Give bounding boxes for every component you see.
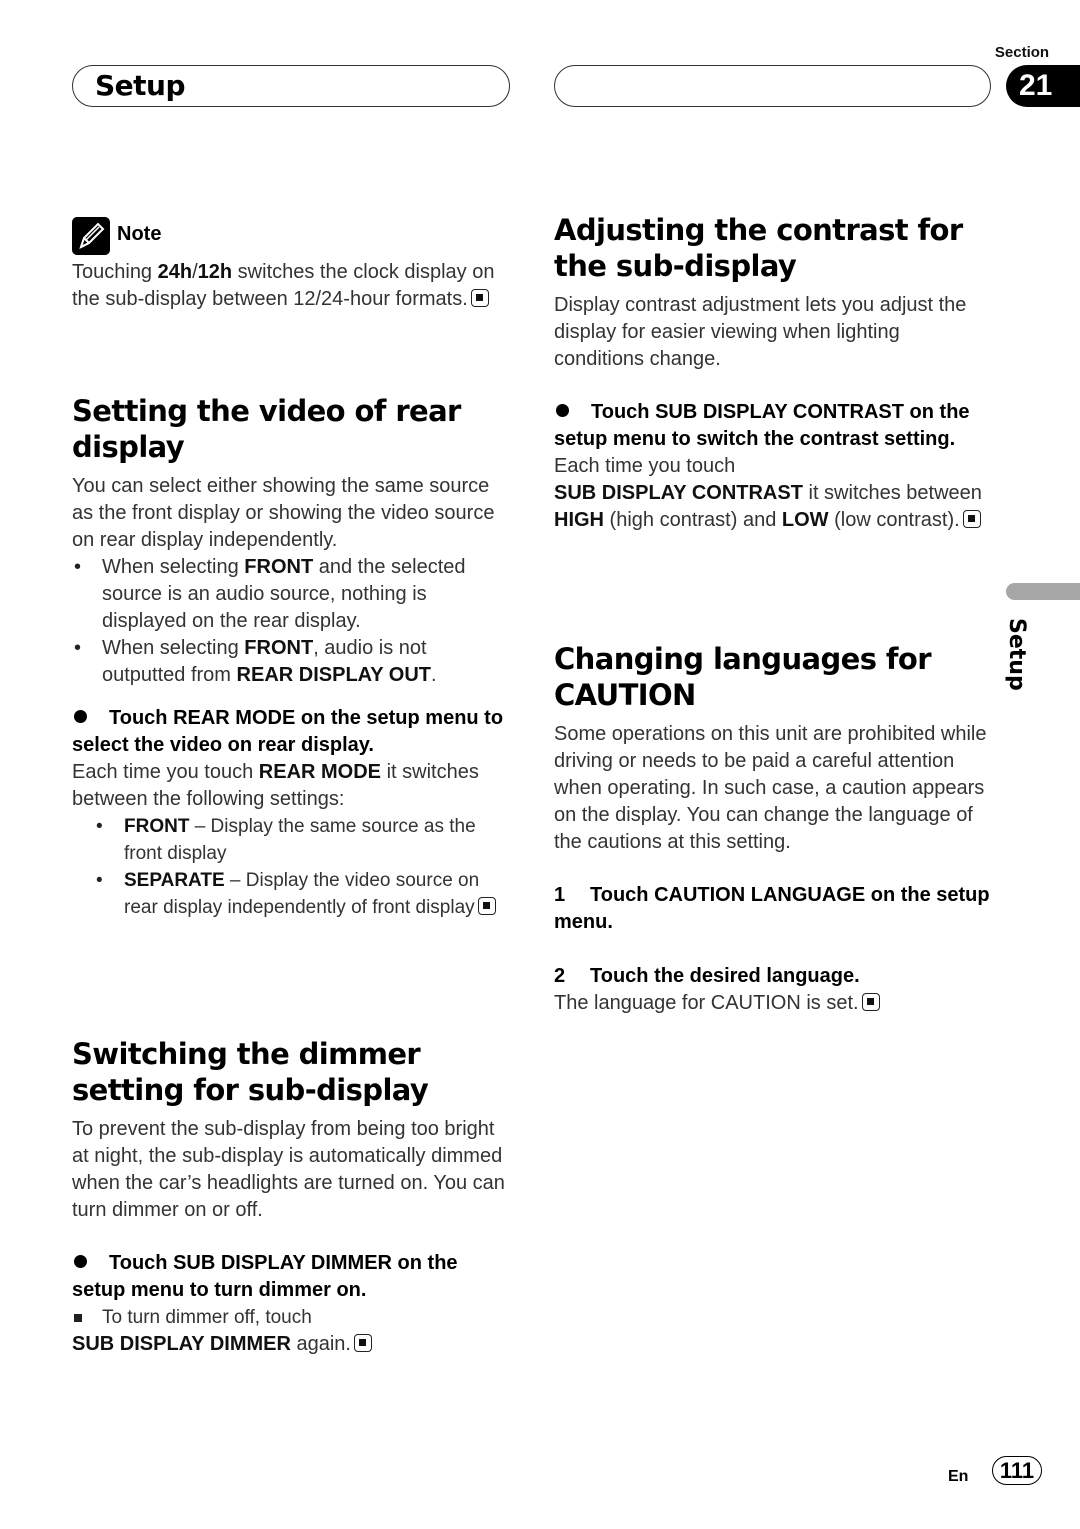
contrast-desc2: SUB DISPLAY CONTRAST it switches between…: [554, 480, 994, 534]
end-mark-icon: [477, 897, 496, 915]
side-tab-label: Setup: [1004, 618, 1029, 691]
note-text: Touching: [72, 261, 158, 283]
low-option: LOW: [781, 509, 829, 531]
step-text: Touch SUB DISPLAY DIMMER on the setup me…: [72, 1252, 458, 1301]
bullet-bold: FRONT: [244, 637, 314, 659]
rear-display-intro: You can select either showing the same s…: [72, 475, 495, 551]
note-bold-12h: 12h: [197, 261, 233, 283]
caution-intro: Some operations on this unit are prohibi…: [554, 723, 987, 853]
note-bold-24h: 24h: [157, 261, 193, 283]
contrast-heading: Adjusting the contrast for the sub-displ…: [554, 213, 963, 283]
bullet-bold: FRONT: [244, 556, 314, 578]
result-text: The language for CAUTION is set.: [554, 992, 859, 1014]
desc-text: Each time you touch: [72, 761, 259, 783]
header-title: Setup: [95, 69, 186, 102]
pencil-icon: [72, 217, 110, 255]
bullet-text: When selecting: [102, 637, 245, 659]
rear-display-bullet: When selecting FRONT, audio is not outpu…: [72, 635, 512, 689]
side-tab: Setup: [1004, 618, 1055, 698]
section-label: Section: [994, 44, 1050, 61]
step-bullet-icon: [74, 710, 87, 723]
desc-bold: SUB DISPLAY CONTRAST: [554, 482, 803, 504]
dimmer-step: Touch SUB DISPLAY DIMMER on the setup me…: [72, 1250, 512, 1304]
option-name: SEPARATE: [124, 870, 225, 891]
dimmer-tip-cont: SUB DISPLAY DIMMER again.: [72, 1331, 512, 1358]
section-caution: Changing languages for CAUTION Some oper…: [554, 641, 994, 1017]
contrast-desc1: Each time you touch: [554, 455, 736, 477]
rear-mode-desc: Each time you touch REAR MODE it switche…: [72, 759, 512, 813]
section-contrast: Adjusting the contrast for the sub-displ…: [554, 212, 994, 534]
section-number-badge: 21: [1006, 65, 1080, 107]
header-title-box: Setup: [72, 65, 510, 107]
rear-mode-option: SEPARATE – Display the video source on r…: [72, 867, 512, 921]
section-rear-display: Setting the video of rear display You ca…: [72, 393, 512, 921]
step-text: Touch REAR MODE on the setup menu to sel…: [72, 707, 504, 756]
end-mark-icon: [861, 993, 880, 1011]
header-blank-box: [554, 65, 991, 107]
page-number: 111: [992, 1456, 1042, 1485]
caution-result: The language for CAUTION is set.: [554, 990, 994, 1017]
step-bullet-icon: [556, 404, 569, 417]
option-name: FRONT: [124, 816, 190, 837]
note-body: Touching 24h/12h switches the clock disp…: [72, 259, 512, 313]
caution-heading: Changing languages for CAUTION: [554, 642, 932, 712]
tip-text: again.: [290, 1333, 351, 1355]
rear-display-bullet: When selecting FRONT and the selected so…: [72, 554, 512, 635]
step-number: 2: [554, 965, 566, 987]
desc-text: (low contrast).: [828, 509, 960, 531]
dimmer-heading: Switching the dimmer setting for sub-dis…: [72, 1037, 429, 1107]
dimmer-intro: To prevent the sub-display from being to…: [72, 1118, 505, 1221]
contrast-step: Touch SUB DISPLAY CONTRAST on the setup …: [554, 399, 994, 453]
rear-display-heading: Setting the video of rear display: [72, 394, 461, 464]
section-dimmer: Switching the dimmer setting for sub-dis…: [72, 1036, 512, 1358]
caution-step: 1 Touch CAUTION LANGUAGE on the setup men…: [554, 882, 994, 936]
step-text: Touch CAUTION LANGUAGE on the setup menu…: [554, 884, 990, 933]
rear-mode-step: Touch REAR MODE on the setup menu to sel…: [72, 705, 512, 759]
step-number: 1: [554, 884, 566, 906]
step-text: Touch SUB DISPLAY CONTRAST on the setup …: [554, 401, 970, 450]
language-code: En: [948, 1468, 969, 1485]
side-tab-marker: [1006, 583, 1080, 600]
contrast-intro: Display contrast adjustment lets you adj…: [554, 294, 967, 370]
high-option: HIGH: [554, 509, 604, 531]
rear-mode-option: FRONT – Display the same source as the f…: [72, 813, 512, 867]
end-mark-icon: [470, 289, 489, 307]
desc-bold: REAR MODE: [258, 761, 382, 783]
end-mark-icon: [354, 1334, 372, 1352]
bullet-bold: REAR DISPLAY OUT: [236, 664, 432, 686]
end-mark-icon: [962, 510, 981, 528]
desc-text: (high contrast) and: [604, 509, 782, 531]
bullet-text: .: [431, 664, 437, 686]
note-label: Note: [117, 223, 162, 245]
caution-step: 2 Touch the desired language.: [554, 963, 994, 990]
bullet-text: When selecting: [102, 556, 245, 578]
step-text: Touch the desired language.: [590, 965, 860, 987]
step-bullet-icon: [74, 1255, 87, 1268]
desc-text: it switches between: [802, 482, 982, 504]
tip-bold: SUB DISPLAY DIMMER: [72, 1333, 291, 1355]
dimmer-tip: To turn dimmer off, touch: [72, 1304, 512, 1331]
